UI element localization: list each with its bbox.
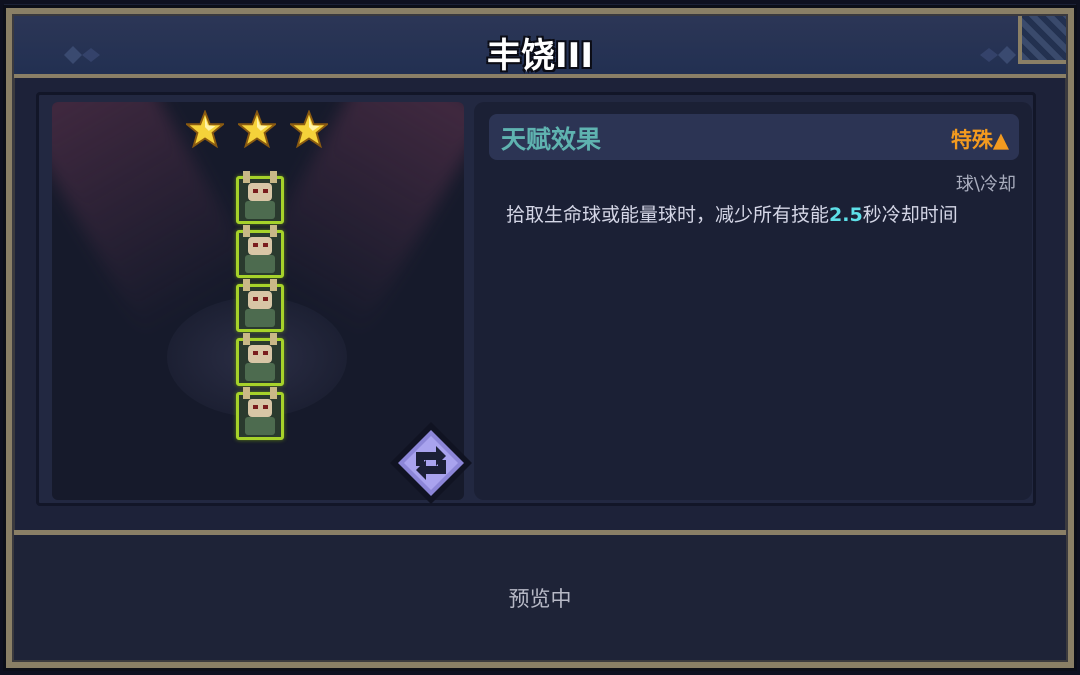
unit-sprite — [236, 225, 284, 278]
star-icon — [184, 109, 226, 152]
page-title: 丰饶III — [487, 36, 593, 76]
preview-status: 预览中 — [508, 587, 572, 611]
talent-panel — [474, 102, 1032, 500]
star-icon — [236, 109, 278, 152]
corner-ornament — [1018, 16, 1066, 64]
description-text: 拾取生命球或能量球时，减少所有技能 — [506, 204, 830, 226]
talent-header: 天赋效果 特殊▲ — [489, 114, 1019, 160]
unit-sprite — [236, 171, 284, 224]
unit-sprite — [236, 387, 284, 440]
unit-sprite — [236, 333, 284, 386]
description-text-end: 秒冷却时间 — [862, 204, 958, 226]
footer-area: 预览中 — [14, 530, 1066, 660]
title-bar: 丰饶III — [14, 16, 1066, 78]
refresh-icon — [390, 422, 472, 504]
cooldown-value: 2.5 — [829, 204, 863, 226]
talent-title: 天赋效果 — [501, 125, 602, 154]
star-icon — [288, 109, 330, 152]
talent-category: 球\冷却 — [955, 174, 1016, 195]
refresh-button[interactable] — [386, 418, 476, 508]
talent-type-badge[interactable]: 特殊▲ — [951, 124, 1009, 154]
star-rating — [184, 109, 330, 152]
unit-stack — [236, 171, 286, 446]
unit-sprite — [236, 279, 284, 332]
talent-description: 拾取生命球或能量球时，减少所有技能2.5秒冷却时间 — [506, 202, 1006, 228]
ornament-icon — [980, 46, 1016, 64]
